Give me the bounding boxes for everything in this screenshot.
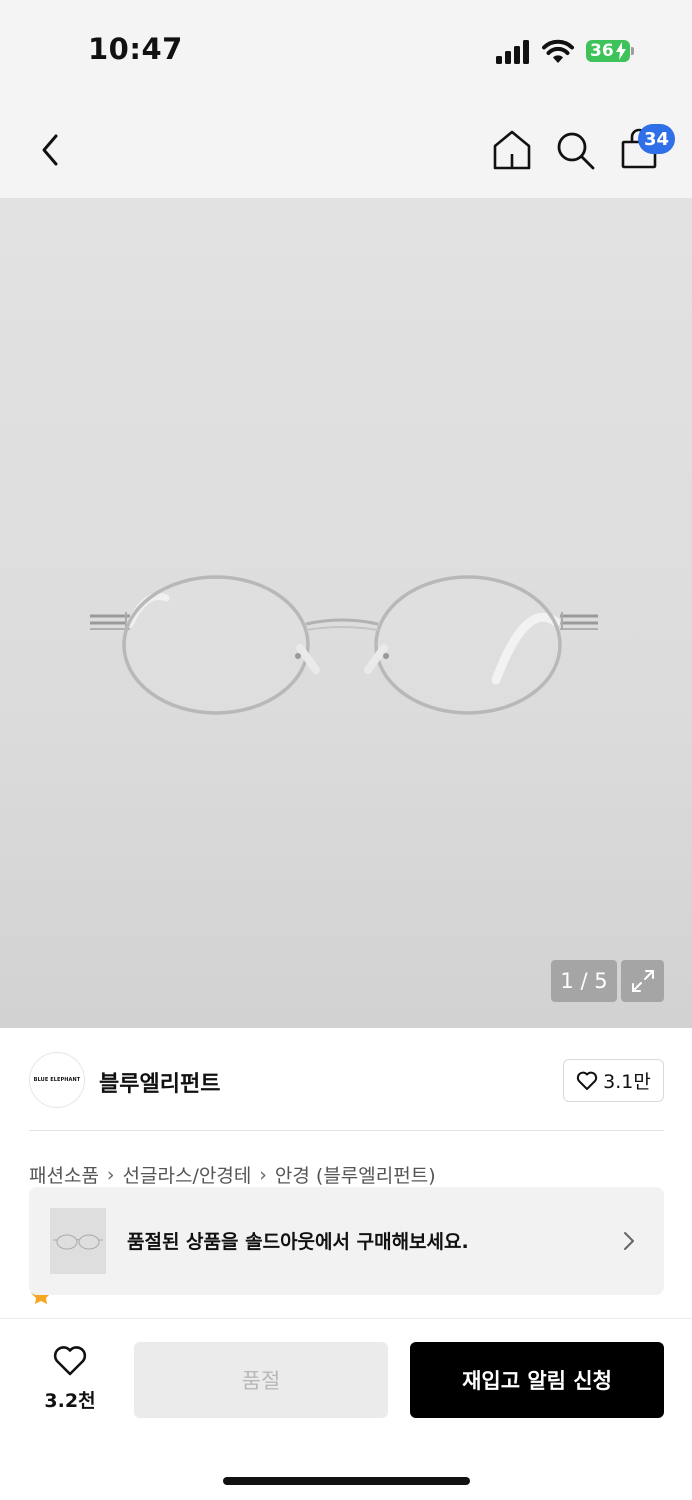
brand-like-count: 3.1만 xyxy=(603,1071,651,1093)
soldout-banner-text: 품절된 상품을 솔드아웃에서 구매해보세요. xyxy=(127,1231,469,1253)
soldout-button: 품절 xyxy=(134,1342,388,1418)
status-time: 10:47 xyxy=(88,32,183,66)
divider xyxy=(29,1130,664,1131)
expand-button[interactable] xyxy=(621,960,664,1002)
chevron-right-icon: › xyxy=(259,1163,267,1186)
battery-level: 36 xyxy=(590,41,614,61)
image-pager: 1 / 5 xyxy=(551,960,617,1002)
wifi-icon xyxy=(542,39,574,63)
heart-icon xyxy=(576,1071,598,1090)
brand-logo[interactable]: BLUE ELEPHANT xyxy=(29,1052,85,1108)
wishlist-count: 3.2천 xyxy=(44,1390,96,1412)
home-icon[interactable] xyxy=(490,128,534,172)
breadcrumb-item[interactable]: 선글라스/안경테 xyxy=(123,1161,252,1188)
signal-icon xyxy=(496,40,529,64)
search-icon[interactable] xyxy=(553,128,597,172)
brand-like-button[interactable]: 3.1만 xyxy=(563,1059,664,1102)
breadcrumb-item[interactable]: 패션소품 xyxy=(29,1161,99,1188)
soldout-banner[interactable]: 품절된 상품을 솔드아웃에서 구매해보세요. xyxy=(29,1187,664,1295)
battery-charging-icon: 36 xyxy=(586,38,634,64)
product-image-glasses xyxy=(90,575,598,715)
brand-name[interactable]: 블루엘리펀트 xyxy=(99,1066,220,1098)
heart-icon xyxy=(53,1346,87,1376)
back-icon[interactable] xyxy=(28,128,72,172)
brand-logo-text: BLUE ELEPHANT xyxy=(33,1077,81,1083)
breadcrumb-item[interactable]: 안경 (블루엘리펀트) xyxy=(275,1161,436,1188)
cart-count-badge: 34 xyxy=(638,124,676,154)
status-bar: 10:47 36 xyxy=(0,0,692,100)
wishlist-button[interactable]: 3.2천 xyxy=(29,1342,111,1418)
chevron-right-icon: › xyxy=(106,1163,115,1186)
soldout-thumbnail xyxy=(50,1208,106,1274)
home-indicator xyxy=(223,1477,470,1485)
restock-alert-button[interactable]: 재입고 알림 신청 xyxy=(410,1342,664,1418)
breadcrumb: 패션소품 › 선글라스/안경테 › 안경 (블루엘리펀트) xyxy=(29,1161,436,1188)
expand-icon xyxy=(631,970,654,992)
chevron-right-icon xyxy=(624,1232,634,1250)
